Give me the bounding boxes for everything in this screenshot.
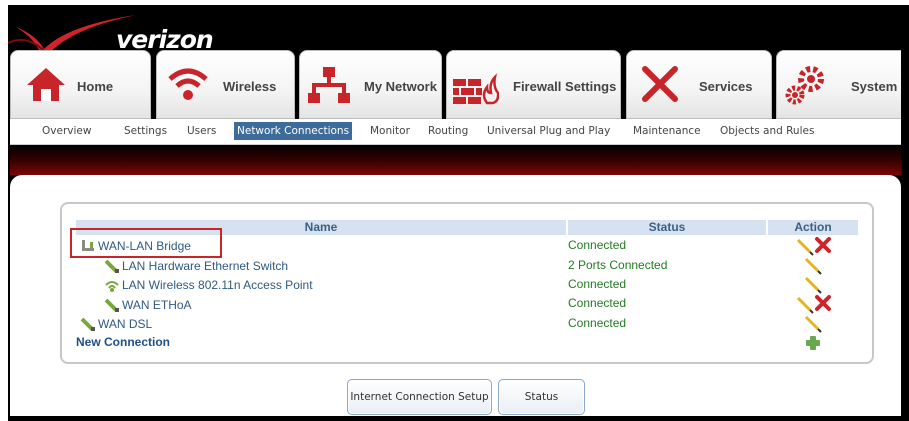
tools-icon — [642, 66, 678, 102]
tab-firewall-settings-label: Firewall Settings — [513, 79, 617, 94]
internet-connection-setup-button[interactable]: Internet Connection Setup — [347, 379, 492, 415]
add-icon[interactable] — [804, 334, 822, 352]
subnav-maintenance[interactable]: Maintenance — [633, 125, 701, 137]
ethernet-cable-icon — [104, 259, 119, 273]
table-row-name[interactable]: WAN DSL — [98, 315, 152, 333]
tab-home[interactable]: Home — [10, 50, 151, 119]
subnav-users[interactable]: Users — [187, 125, 216, 137]
column-header-action: Action — [768, 220, 858, 235]
table-row-status: 2 Ports Connected — [568, 258, 668, 272]
table-row-name[interactable]: WAN ETHoA — [122, 296, 192, 314]
ethernet-cable-icon — [104, 298, 119, 312]
status-button[interactable]: Status — [498, 379, 585, 415]
highlight-box — [70, 228, 222, 258]
delete-icon[interactable] — [814, 236, 832, 254]
home-icon — [27, 68, 65, 101]
table-row-status: Connected — [568, 316, 627, 330]
subnav-overview[interactable]: Overview — [42, 125, 91, 137]
tab-home-label: Home — [77, 79, 114, 94]
edit-icon[interactable] — [796, 296, 814, 314]
gears-icon — [785, 66, 824, 105]
edit-icon[interactable] — [796, 238, 814, 256]
column-header-status: Status — [568, 220, 766, 235]
sub-navigation: Overview Settings Users Network Connecti… — [10, 119, 901, 145]
subnav-monitor[interactable]: Monitor — [370, 125, 410, 137]
network-icon — [308, 67, 350, 103]
tab-wireless-label: Wireless — [223, 79, 277, 94]
table-row-status: Connected — [568, 277, 627, 291]
header-band — [10, 145, 901, 175]
delete-icon[interactable] — [814, 294, 832, 312]
tab-firewall-settings[interactable]: Firewall Settings — [446, 50, 621, 119]
edit-icon[interactable] — [804, 315, 822, 333]
ethernet-cable-icon — [80, 317, 95, 331]
edit-icon[interactable] — [804, 276, 822, 294]
table-row-status: Connected — [568, 296, 627, 310]
tab-my-network-label: My Network — [364, 79, 437, 94]
firewall-icon — [453, 73, 499, 105]
tab-wireless[interactable]: Wireless — [156, 50, 295, 119]
table-row-name[interactable]: LAN Wireless 802.11n Access Point — [122, 276, 313, 294]
main-tabs: Home Wireless My Network Firewall Settin… — [10, 50, 901, 119]
new-connection-link[interactable]: New Connection — [76, 333, 170, 351]
subnav-settings[interactable]: Settings — [124, 125, 167, 137]
tab-my-network[interactable]: My Network — [299, 50, 442, 119]
subnav-universal-plug-and-play[interactable]: Universal Plug and Play — [487, 125, 610, 137]
wifi-icon — [168, 68, 208, 100]
subnav-network-connections[interactable]: Network Connections — [234, 122, 353, 140]
tab-system-label: System — [851, 79, 898, 94]
table-row-name[interactable]: LAN Hardware Ethernet Switch — [122, 257, 288, 275]
tab-system[interactable]: System — [776, 50, 901, 119]
subnav-objects-and-rules[interactable]: Objects and Rules — [720, 125, 814, 137]
tab-services-label: Services — [699, 79, 753, 94]
tab-services[interactable]: Services — [626, 50, 772, 119]
table-row-status: Connected — [568, 238, 627, 252]
edit-icon[interactable] — [804, 257, 822, 275]
wireless-ap-icon — [105, 281, 119, 292]
subnav-routing[interactable]: Routing — [428, 125, 468, 137]
